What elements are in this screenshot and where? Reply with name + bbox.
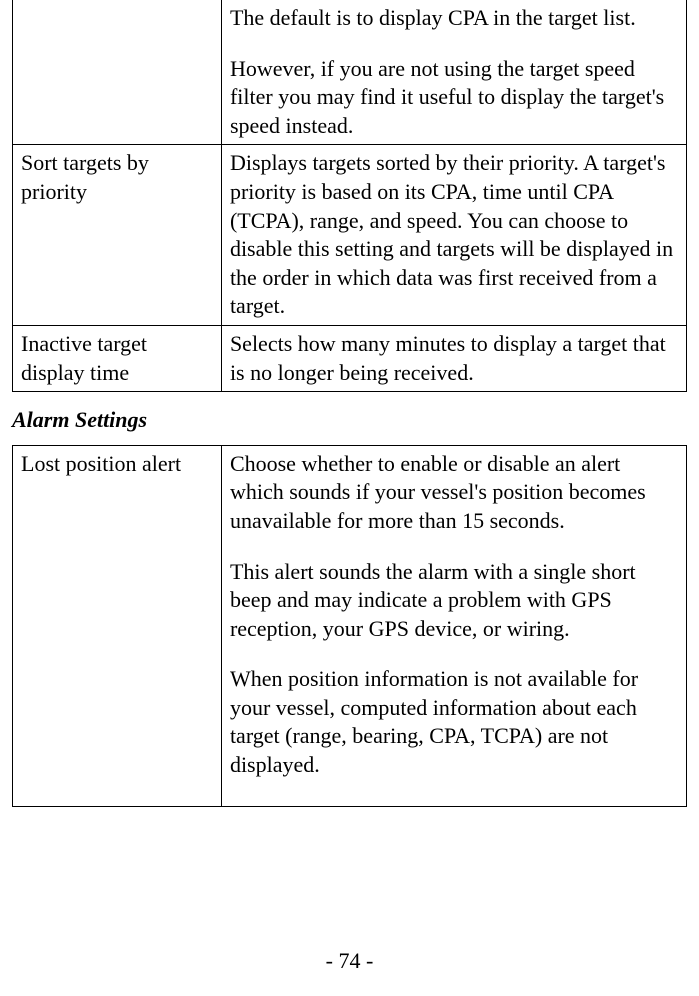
- page-number: - 74 -: [0, 947, 699, 976]
- setting-label-cell: Lost position alert: [13, 445, 222, 806]
- setting-label: Lost position alert: [21, 451, 181, 476]
- table-row: Sort targets by priority Displays target…: [13, 145, 687, 326]
- setting-desc-cell: The default is to display CPA in the tar…: [221, 0, 686, 145]
- setting-desc-paragraph: When position information is not availab…: [230, 665, 678, 779]
- table-row: Lost position alert Choose whether to en…: [13, 445, 687, 806]
- setting-desc-paragraph: Selects how many minutes to display a ta…: [230, 330, 678, 387]
- section-heading-alarm-settings: Alarm Settings: [12, 406, 687, 435]
- table-row: Inactive target display time Selects how…: [13, 325, 687, 391]
- setting-label-cell: [13, 0, 222, 145]
- settings-table-2: Lost position alert Choose whether to en…: [12, 445, 687, 807]
- table-row: The default is to display CPA in the tar…: [13, 0, 687, 145]
- setting-label-cell: Inactive target display time: [13, 325, 222, 391]
- setting-desc-cell: Displays targets sorted by their priorit…: [221, 145, 686, 326]
- setting-desc-cell: Selects how many minutes to display a ta…: [221, 325, 686, 391]
- setting-label: Sort targets by priority: [21, 150, 149, 204]
- setting-desc-paragraph: This alert sounds the alarm with a singl…: [230, 558, 678, 644]
- setting-desc-paragraph: The default is to display CPA in the tar…: [230, 4, 678, 33]
- setting-label: Inactive target display time: [21, 331, 147, 385]
- setting-desc-cell: Choose whether to enable or disable an a…: [221, 445, 686, 806]
- setting-desc-paragraph: However, if you are not using the target…: [230, 55, 678, 141]
- setting-desc-paragraph: Displays targets sorted by their priorit…: [230, 149, 678, 321]
- settings-table-1: The default is to display CPA in the tar…: [12, 0, 687, 392]
- setting-desc-paragraph: Choose whether to enable or disable an a…: [230, 450, 678, 536]
- setting-label-cell: Sort targets by priority: [13, 145, 222, 326]
